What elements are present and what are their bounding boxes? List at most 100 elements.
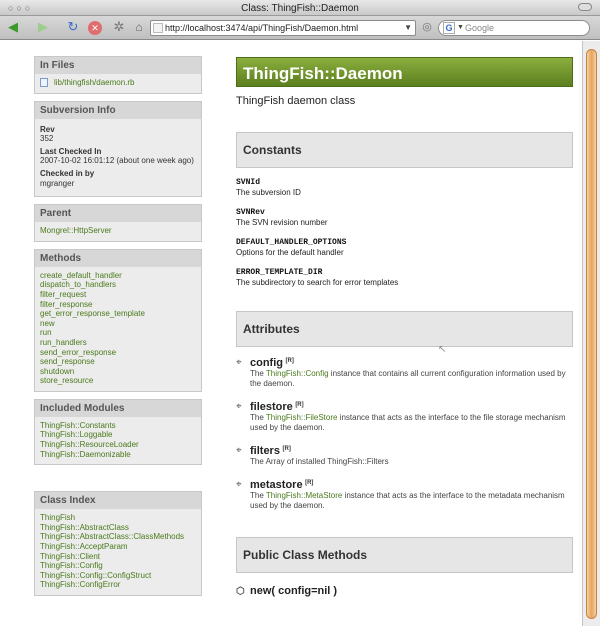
window-titlebar: ○○○ Class: ThingFish::Daemon — [0, 0, 600, 16]
module-link[interactable]: ThingFish::Constants — [40, 421, 196, 431]
method-link[interactable]: filter_request — [40, 290, 196, 300]
vertical-scrollbar[interactable] — [582, 41, 600, 626]
constant-desc: The subversion ID — [236, 188, 301, 197]
attribute-desc: The ThingFish::Config instance that cont… — [250, 369, 566, 388]
attribute-name: filters — [250, 445, 280, 457]
class-index-link[interactable]: ThingFish — [40, 513, 196, 523]
last-checked-value: 2007-10-02 16:01:12 (about one week ago) — [40, 156, 194, 166]
search-engine-dropdown-icon[interactable]: ▼ — [457, 21, 464, 35]
constant-desc: Options for the default handler — [236, 248, 344, 257]
attribute-icon: ⌖ — [236, 445, 242, 456]
class-index-link[interactable]: ThingFish::AcceptParam — [40, 542, 196, 552]
method-link[interactable]: create_default_handler — [40, 271, 196, 281]
toolbar-toggle-button[interactable] — [578, 3, 592, 11]
constant-desc: The SVN revision number — [236, 218, 328, 227]
search-input[interactable]: G ▼ Google — [438, 20, 590, 36]
method-link[interactable]: filter_response — [40, 300, 196, 310]
method-link[interactable]: run_handlers — [40, 338, 196, 348]
attribute-mode: [R] — [282, 446, 291, 452]
method-link[interactable]: dispatch_to_handlers — [40, 280, 196, 290]
attribute-icon: ⌖ — [236, 357, 242, 368]
constant-desc: The subdirectory to search for error tem… — [236, 278, 399, 287]
constant-item: DEFAULT_HANDLER_OPTIONS Options for the … — [236, 238, 573, 257]
last-checked-label: Last Checked In — [40, 146, 102, 156]
attribute-type-link[interactable]: ThingFish::Config — [266, 369, 329, 378]
subversion-info-panel: Subversion Info Rev 352 Last Checked In … — [34, 100, 202, 198]
attribute-desc: The Array of installed ThingFish::Filter… — [250, 457, 389, 466]
rev-value: 352 — [40, 134, 54, 144]
forward-icon[interactable]: ▶ — [34, 19, 52, 35]
method-link[interactable]: shutdown — [40, 367, 196, 377]
attributes-heading: Attributes — [236, 311, 573, 347]
attribute-name: config — [250, 357, 283, 369]
method-icon: ⬡ — [236, 586, 245, 597]
method-link[interactable]: get_error_response_template — [40, 309, 196, 319]
parent-link[interactable]: Mongrel::HttpServer — [40, 226, 196, 236]
method-link[interactable]: store_resource — [40, 376, 196, 386]
attribute-type-link[interactable]: ThingFish::FileStore — [266, 413, 338, 422]
chevron-down-icon[interactable]: ▼ — [404, 21, 412, 35]
attribute-item: ⌖ metastore [R] The ThingFish::MetaStore… — [236, 479, 573, 511]
panel-title: Included Modules — [35, 399, 201, 417]
back-icon[interactable]: ◀ — [4, 19, 22, 35]
method-link[interactable]: run — [40, 328, 196, 338]
checked-by-label: Checked in by — [40, 168, 95, 178]
panel-title: In Files — [35, 57, 201, 74]
methods-panel: Methods create_default_handler dispatch_… — [34, 248, 202, 392]
module-link[interactable]: ThingFish::Daemonizable — [40, 450, 196, 460]
attribute-mode: [R] — [295, 402, 304, 408]
class-index-link[interactable]: ThingFish::Config::ConfigStruct — [40, 571, 196, 581]
panel-title: Parent — [35, 205, 201, 223]
home-icon[interactable]: ⌂ — [130, 19, 148, 35]
panel-title: Methods — [35, 249, 201, 267]
file-item: lib/thingfish/daemon.rb — [40, 78, 196, 88]
page-favicon-icon — [153, 23, 163, 33]
method-link[interactable]: send_error_response — [40, 348, 196, 358]
panel-title: Subversion Info — [35, 101, 201, 119]
checked-by-value: mgranger — [40, 178, 75, 188]
window-title: Class: ThingFish::Daemon — [241, 3, 359, 14]
attribute-item: ⌖ filestore [R] The ThingFish::FileStore… — [236, 401, 573, 433]
attribute-item: ⌖ filters [R] The Array of installed Thi… — [236, 445, 573, 467]
go-icon[interactable]: ◎ — [418, 19, 436, 35]
attribute-desc: The ThingFish::FileStore instance that a… — [250, 413, 566, 432]
class-header: ThingFish::Daemon — [236, 57, 573, 87]
reload-icon[interactable]: ↻ — [64, 19, 82, 35]
attribute-mode: [R] — [305, 480, 314, 486]
method-link[interactable]: new — [40, 319, 196, 329]
attributes-list: ⌖ config [R] The ThingFish::Config insta… — [236, 357, 573, 511]
panel-title: Class Index — [35, 492, 201, 510]
method-item[interactable]: ⬡ new( config=nil ) — [236, 585, 573, 597]
mouse-cursor-icon: ↖ — [438, 344, 447, 355]
class-description: ThingFish daemon class — [236, 95, 356, 107]
file-link[interactable]: lib/thingfish/daemon.rb — [54, 78, 135, 88]
stop-icon[interactable]: ✕ — [88, 21, 102, 35]
constants-heading: Constants — [236, 132, 573, 168]
class-index-link[interactable]: ThingFish::AbstractClass::ClassMethods — [40, 532, 196, 542]
attribute-type-link[interactable]: ThingFish::MetaStore — [266, 491, 342, 500]
class-index-panel: Class Index ThingFish ThingFish::Abstrac… — [34, 491, 202, 596]
class-index-link[interactable]: ThingFish::ConfigError — [40, 580, 196, 590]
constant-name: ERROR_TEMPLATE_DIR — [236, 268, 323, 277]
attribute-icon: ⌖ — [236, 401, 242, 412]
address-bar[interactable]: http://localhost:3474/api/ThingFish/Daem… — [150, 20, 416, 36]
attribute-item: ⌖ config [R] The ThingFish::Config insta… — [236, 357, 573, 389]
address-url: http://localhost:3474/api/ThingFish/Daem… — [165, 23, 359, 33]
google-icon[interactable]: G — [443, 22, 455, 34]
included-modules-panel: Included Modules ThingFish::Constants Th… — [34, 398, 202, 466]
module-link[interactable]: ThingFish::Loggable — [40, 430, 196, 440]
module-link[interactable]: ThingFish::ResourceLoader — [40, 440, 196, 450]
sidebar: In Files lib/thingfish/daemon.rb Subvers… — [34, 56, 202, 603]
class-index-link[interactable]: ThingFish::AbstractClass — [40, 523, 196, 533]
attribute-name: filestore — [250, 401, 293, 413]
scrollbar-thumb[interactable] — [586, 49, 597, 619]
method-signature[interactable]: new( config=nil ) — [250, 585, 337, 597]
parent-panel: Parent Mongrel::HttpServer — [34, 204, 202, 242]
class-index-link[interactable]: ThingFish::Client — [40, 552, 196, 562]
class-index-link[interactable]: ThingFish::Config — [40, 561, 196, 571]
in-files-panel: In Files lib/thingfish/daemon.rb — [34, 56, 202, 94]
constant-name: SVNRev — [236, 208, 265, 217]
method-link[interactable]: send_response — [40, 357, 196, 367]
gear-icon[interactable]: ✲ — [110, 19, 128, 35]
attribute-mode: [R] — [285, 358, 294, 364]
